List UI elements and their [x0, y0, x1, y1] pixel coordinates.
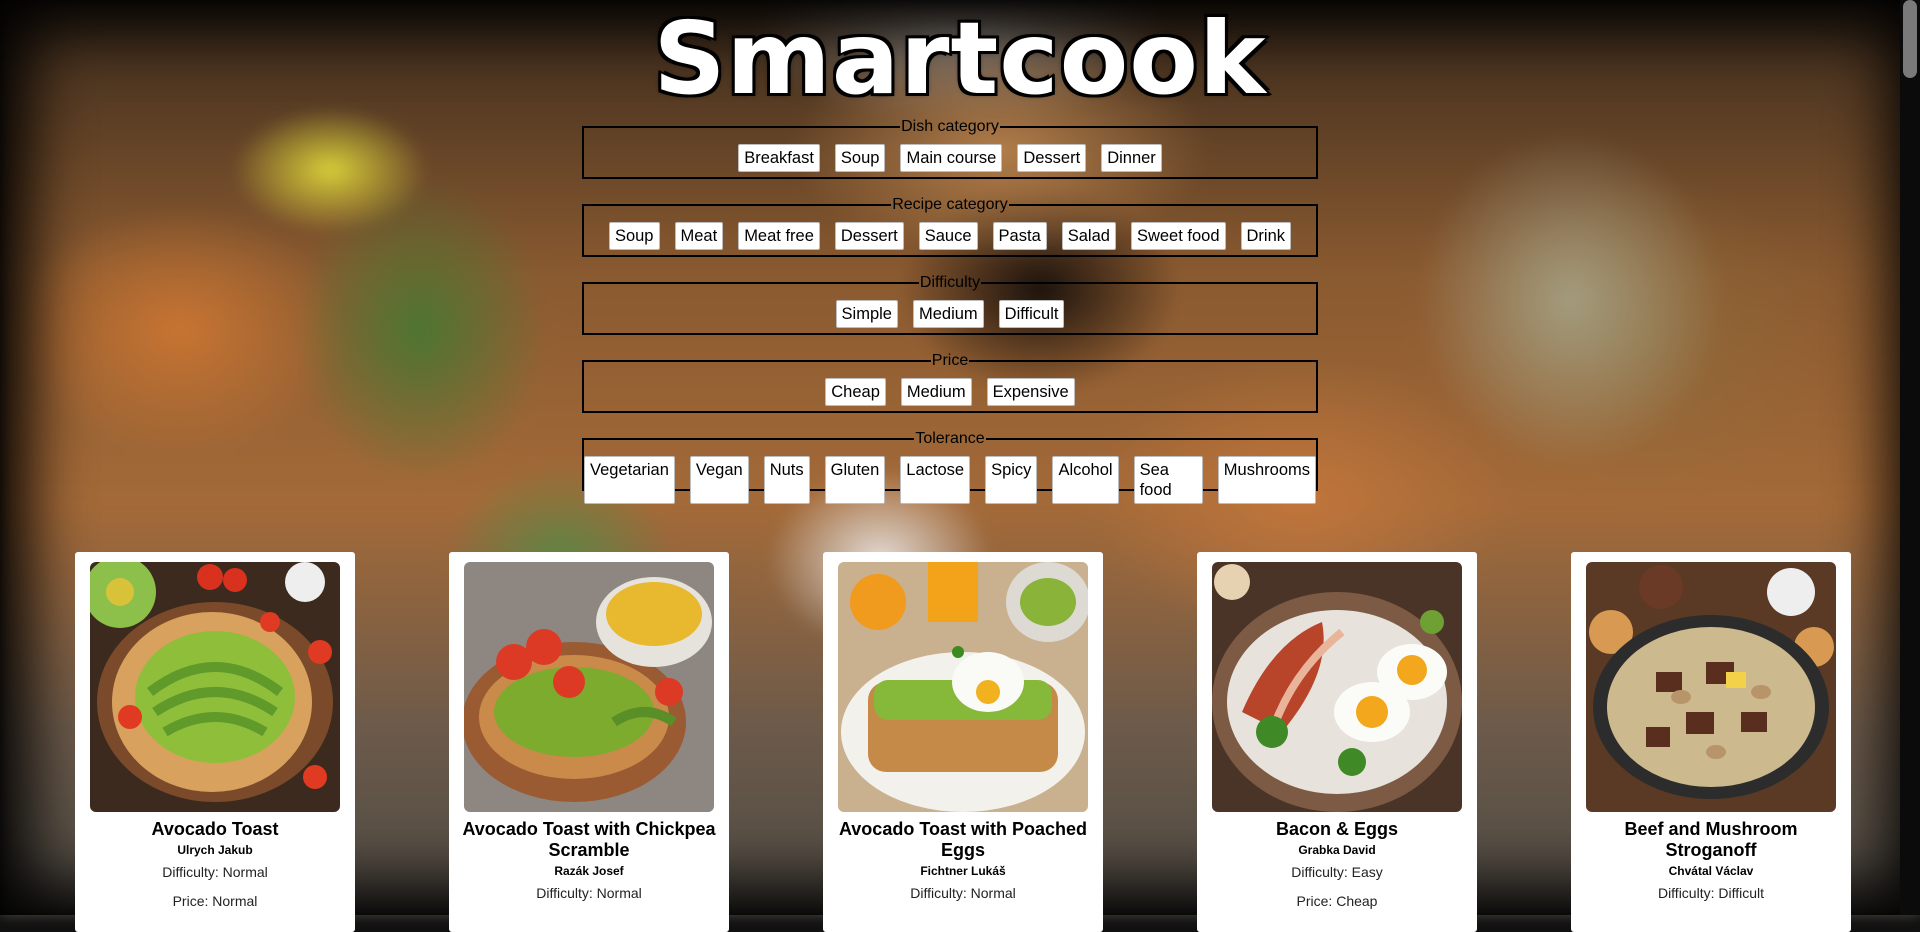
filter-dish-category: Dish category Breakfast Soup Main course…: [582, 119, 1318, 179]
filter-option[interactable]: Sea food: [1133, 456, 1203, 504]
filter-legend: Dish category: [901, 118, 999, 135]
bacon-eggs-image: [1212, 562, 1462, 812]
filter-option[interactable]: Dinner: [1101, 144, 1162, 172]
filter-option[interactable]: Spicy: [985, 456, 1038, 504]
filter-option[interactable]: Soup: [608, 222, 660, 250]
filter-options: Breakfast Soup Main course Dessert Dinne…: [584, 144, 1316, 172]
recipe-title[interactable]: Avocado Toast: [85, 819, 345, 840]
recipe-title[interactable]: Bacon & Eggs: [1207, 819, 1467, 840]
filter-legend: Difficulty: [919, 274, 981, 291]
filter-options: Soup Meat Meat free Dessert Sauce Pasta …: [584, 222, 1316, 250]
recipe-photo-bacon-eggs[interactable]: [1212, 562, 1462, 812]
filter-option[interactable]: Meat free: [738, 222, 820, 250]
recipe-difficulty: Difficulty: Difficult: [1657, 885, 1765, 901]
filter-option[interactable]: Cheap: [825, 378, 886, 406]
recipe-difficulty: Difficulty: Easy: [1291, 864, 1383, 880]
avocado-poached-egg-image: [838, 562, 1088, 812]
recipe-title[interactable]: Avocado Toast with Chickpea Scramble: [459, 819, 719, 861]
filter-option[interactable]: Dessert: [1017, 144, 1087, 172]
recipe-photo-beef-stroganoff[interactable]: [1586, 562, 1836, 812]
recipe-card[interactable]: Avocado Toast Ulrych Jakub Difficulty: N…: [75, 552, 355, 932]
filter-options: Cheap Medium Expensive: [584, 378, 1316, 406]
avocado-chickpea-image: [464, 562, 714, 812]
recipe-author: Fichtner Lukáš: [920, 864, 1006, 878]
filter-legend: Recipe category: [892, 196, 1008, 213]
filter-option[interactable]: Sweet food: [1130, 222, 1226, 250]
filter-option[interactable]: Drink: [1240, 222, 1292, 250]
filter-option[interactable]: Dessert: [834, 222, 904, 250]
recipe-card[interactable]: Bacon & Eggs Grabka David Difficulty: Ea…: [1197, 552, 1477, 932]
beef-stroganoff-image: [1586, 562, 1836, 812]
filter-option[interactable]: Sauce: [918, 222, 978, 250]
recipe-card[interactable]: Avocado Toast with Poached Eggs Fichtner…: [823, 552, 1103, 932]
filter-option[interactable]: Vegan: [689, 456, 749, 504]
recipe-author: Chvátal Václav: [1668, 864, 1754, 878]
filter-option[interactable]: Lactose: [900, 456, 971, 504]
filter-option[interactable]: Meat: [674, 222, 724, 250]
filter-option[interactable]: Medium: [912, 300, 984, 328]
filter-option[interactable]: Alcohol: [1052, 456, 1119, 504]
filter-legend: Tolerance: [915, 430, 985, 447]
filter-options: Simple Medium Difficult: [584, 300, 1316, 328]
recipe-difficulty: Difficulty: Normal: [162, 864, 268, 880]
filter-option[interactable]: Pasta: [992, 222, 1047, 250]
filter-options: Vegetarian Vegan Nuts Gluten Lactose Spi…: [584, 456, 1316, 504]
avocado-toast-image: [90, 562, 340, 812]
recipe-author: Grabka David: [1298, 843, 1376, 857]
filter-option[interactable]: Soup: [834, 144, 886, 172]
recipe-photo-avocado-poached-egg[interactable]: [838, 562, 1088, 812]
filter-option[interactable]: Mushrooms: [1217, 456, 1316, 504]
filter-legend: Price: [931, 352, 969, 369]
filter-price: Price Cheap Medium Expensive: [582, 353, 1318, 413]
recipe-price: Price: Cheap: [1296, 893, 1378, 909]
recipe-title[interactable]: Beef and Mushroom Stroganoff: [1581, 819, 1841, 861]
recipe-photo-avocado-chickpea[interactable]: [464, 562, 714, 812]
recipe-price: Price: Normal: [172, 893, 258, 909]
filter-option[interactable]: Vegetarian: [584, 456, 675, 504]
recipe-photo-avocado-toast[interactable]: [90, 562, 340, 812]
recipe-title[interactable]: Avocado Toast with Poached Eggs: [833, 819, 1093, 861]
filter-recipe-category: Recipe category Soup Meat Meat free Dess…: [582, 197, 1318, 257]
filter-option[interactable]: Expensive: [986, 378, 1075, 406]
filter-option[interactable]: Nuts: [763, 456, 810, 504]
recipe-card[interactable]: Avocado Toast with Chickpea Scramble Raz…: [449, 552, 729, 932]
recipe-difficulty: Difficulty: Normal: [536, 885, 642, 901]
filter-option[interactable]: Simple: [835, 300, 898, 328]
filter-option[interactable]: Breakfast: [738, 144, 820, 172]
recipe-card[interactable]: Beef and Mushroom Stroganoff Chvátal Vác…: [1571, 552, 1851, 932]
recipe-author: Ulrych Jakub: [177, 843, 253, 857]
filter-option[interactable]: Salad: [1061, 222, 1116, 250]
filter-option[interactable]: Medium: [900, 378, 972, 406]
recipe-author: Razák Josef: [554, 864, 624, 878]
recipe-card-grid: Avocado Toast Ulrych Jakub Difficulty: N…: [0, 552, 1920, 932]
filter-option[interactable]: Gluten: [824, 456, 886, 504]
recipe-difficulty: Difficulty: Normal: [910, 885, 1016, 901]
filter-tolerance: Tolerance Vegetarian Vegan Nuts Gluten L…: [582, 430, 1318, 504]
filter-option[interactable]: Difficult: [998, 300, 1065, 328]
site-title: Smartcook: [651, 0, 1267, 119]
filter-difficulty: Difficulty Simple Medium Difficult: [582, 275, 1318, 335]
filter-option[interactable]: Main course: [900, 144, 1003, 172]
